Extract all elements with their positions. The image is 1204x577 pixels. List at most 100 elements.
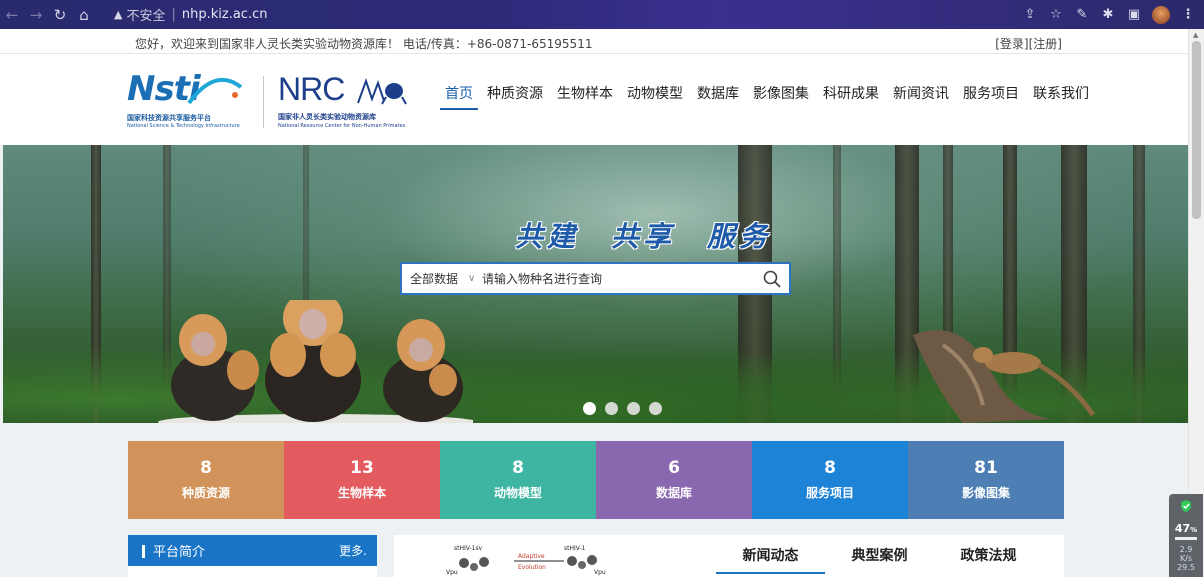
scroll-up-icon[interactable]: ▲ [1193, 31, 1198, 39]
puzzle-icon[interactable]: ✱ [1100, 7, 1116, 22]
greeting-text: 您好，欢迎来到国家非人灵长类实验动物资源库！ 电话/传真：+86-0871-65… [135, 37, 593, 51]
share-icon[interactable]: ⇪ [1022, 7, 1038, 22]
news-panel: stHIV-1sv stHIV-1 Adaptive Evolution Vpu… [394, 535, 1064, 577]
species-search-input[interactable] [482, 264, 755, 293]
nav-bio-samples[interactable]: 生物样本 [550, 84, 620, 110]
search-scope-value: 全部数据 [410, 272, 459, 286]
search-button[interactable] [755, 264, 789, 293]
search-scope-select[interactable]: 全部数据 ∨ [402, 270, 482, 287]
nrc-en-name: National Resource Center for Non-Human P… [278, 123, 406, 129]
info-bar: 您好，欢迎来到国家非人灵长类实验动物资源库！ 电话/传真：+86-0871-65… [0, 29, 1188, 54]
tab-cases[interactable]: 典型案例 [825, 545, 934, 574]
news-image-text: stHIV-1 [564, 545, 586, 552]
warning-icon: ▲ [114, 8, 123, 21]
reload-icon[interactable]: ↻ [48, 6, 72, 24]
stat-tile-services[interactable]: 8 服务项目 [752, 441, 908, 519]
nav-germplasm[interactable]: 种质资源 [480, 84, 550, 110]
stat-label: 服务项目 [805, 486, 854, 500]
usage-meter [1175, 537, 1197, 540]
insecure-label: 不安全 [126, 9, 166, 24]
stat-tile-image-atlas[interactable]: 81 影像图集 [908, 441, 1064, 519]
banner-slogan: 共建 共享 服务 [515, 220, 772, 253]
stat-label: 种质资源 [181, 486, 230, 500]
login-link[interactable]: [登录] [995, 37, 1028, 51]
more-link[interactable]: 更多. [339, 542, 367, 559]
carousel-dot[interactable] [627, 402, 640, 415]
usage-percent: 47% [1174, 522, 1198, 535]
stat-label: 影像图集 [961, 486, 1010, 500]
carousel-dot[interactable] [649, 402, 662, 415]
species-search: 全部数据 ∨ [400, 262, 791, 295]
nsti-swoosh-icon [187, 77, 243, 105]
sidebar-icon[interactable]: ▣ [1126, 7, 1142, 22]
home-icon[interactable]: ⌂ [72, 6, 96, 24]
nav-services[interactable]: 服务项目 [956, 84, 1026, 110]
address-bar[interactable]: ▲ 不安全 | nhp.kiz.ac.cn [106, 4, 275, 26]
news-image-text: Evolution [518, 564, 546, 571]
url-text[interactable]: nhp.kiz.ac.cn [182, 7, 268, 22]
nav-news[interactable]: 新闻资讯 [886, 84, 956, 110]
tree-shrew-image [913, 330, 1096, 423]
carousel-dot[interactable] [605, 402, 618, 415]
snub-nosed-monkeys-image [158, 300, 473, 423]
network-monitor-widget[interactable]: 47% 2.9 K/s 29.5 [1169, 494, 1203, 577]
search-icon [763, 270, 781, 288]
news-image-text: Vpu [594, 569, 606, 576]
nrc-cn-name: 国家非人灵长类实验动物资源库 [278, 113, 376, 121]
stat-count: 81 [974, 458, 998, 478]
stat-tile-germplasm[interactable]: 8 种质资源 [128, 441, 284, 519]
nav-contact[interactable]: 联系我们 [1026, 84, 1096, 110]
news-tabs: 新闻动态 典型案例 政策法规 [716, 545, 1043, 574]
monkey-logo-icon [357, 77, 407, 105]
register-link[interactable]: [注册] [1029, 37, 1062, 51]
chevron-down-icon: ∨ [468, 273, 476, 284]
nav-image-atlas[interactable]: 影像图集 [746, 84, 816, 110]
nrc-wordmark: NRC [278, 71, 345, 107]
hero-banner: 共建 共享 服务 全部数据 ∨ [3, 145, 1188, 423]
extension-pen-icon[interactable]: ✎ [1074, 7, 1090, 22]
stat-count: 8 [200, 458, 212, 478]
carousel-indicators [583, 402, 662, 415]
stat-label: 数据库 [655, 486, 692, 500]
browser-toolbar: ← → ↻ ⌂ ▲ 不安全 | nhp.kiz.ac.cn ⇪ ☆ ✎ ✱ ▣ … [0, 0, 1204, 29]
stat-tile-animal-models[interactable]: 8 动物模型 [440, 441, 596, 519]
back-icon[interactable]: ← [0, 6, 24, 24]
title-bar-marker [142, 545, 145, 558]
menu-dots-icon[interactable]: ⋮ [1180, 7, 1196, 22]
address-separator: | [171, 7, 176, 22]
stat-tile-bio-samples[interactable]: 13 生物样本 [284, 441, 440, 519]
nsti-logo[interactable]: Nsti 国家科技资源共享服务平台 National Science & Tec… [127, 67, 247, 129]
forward-icon[interactable]: → [24, 6, 48, 24]
carousel-dot[interactable] [583, 402, 596, 415]
stat-count: 8 [512, 458, 524, 478]
browser-actions: ⇪ ☆ ✎ ✱ ▣ ⋮ [1022, 0, 1196, 29]
platform-intro-panel: 平台简介 更多. [128, 535, 377, 577]
nav-animal-models[interactable]: 动物模型 [620, 84, 690, 110]
stat-tile-database[interactable]: 6 数据库 [596, 441, 752, 519]
news-image-text: Vpu [446, 569, 458, 576]
scrollbar-thumb[interactable] [1192, 41, 1201, 219]
platform-intro-title: 平台简介 [153, 545, 206, 560]
nav-database[interactable]: 数据库 [690, 84, 746, 110]
stat-count: 8 [824, 458, 836, 478]
star-icon[interactable]: ☆ [1048, 7, 1064, 22]
news-thumbnail-image[interactable]: stHIV-1sv stHIV-1 Adaptive Evolution Vpu… [444, 543, 614, 577]
network-speed: 2.9 K/s 29.5 [1177, 545, 1195, 572]
nav-home[interactable]: 首页 [438, 84, 480, 110]
platform-intro-header: 平台简介 更多. [128, 535, 377, 566]
nrc-logo[interactable]: NRC 国家非人灵长类实验动物资源库 National Resource Cen… [278, 69, 413, 131]
nsti-en-name: National Science & Technology Infrastruc… [127, 123, 240, 129]
stat-count: 6 [668, 458, 680, 478]
nav-research[interactable]: 科研成果 [816, 84, 886, 110]
main-nav: 首页 种质资源 生物样本 动物模型 数据库 影像图集 科研成果 新闻资讯 服务项… [438, 84, 1096, 110]
auth-links: [登录][注册] [995, 35, 1062, 52]
stat-count: 13 [350, 458, 374, 478]
news-image-text: Adaptive [518, 553, 545, 560]
news-image-text: stHIV-1sv [454, 545, 483, 552]
profile-avatar[interactable] [1152, 5, 1170, 24]
tab-news[interactable]: 新闻动态 [716, 545, 825, 574]
nsti-cn-name: 国家科技资源共享服务平台 [127, 114, 211, 122]
stat-label: 生物样本 [337, 486, 386, 500]
tab-policies[interactable]: 政策法规 [934, 545, 1043, 574]
stat-label: 动物模型 [493, 486, 542, 500]
